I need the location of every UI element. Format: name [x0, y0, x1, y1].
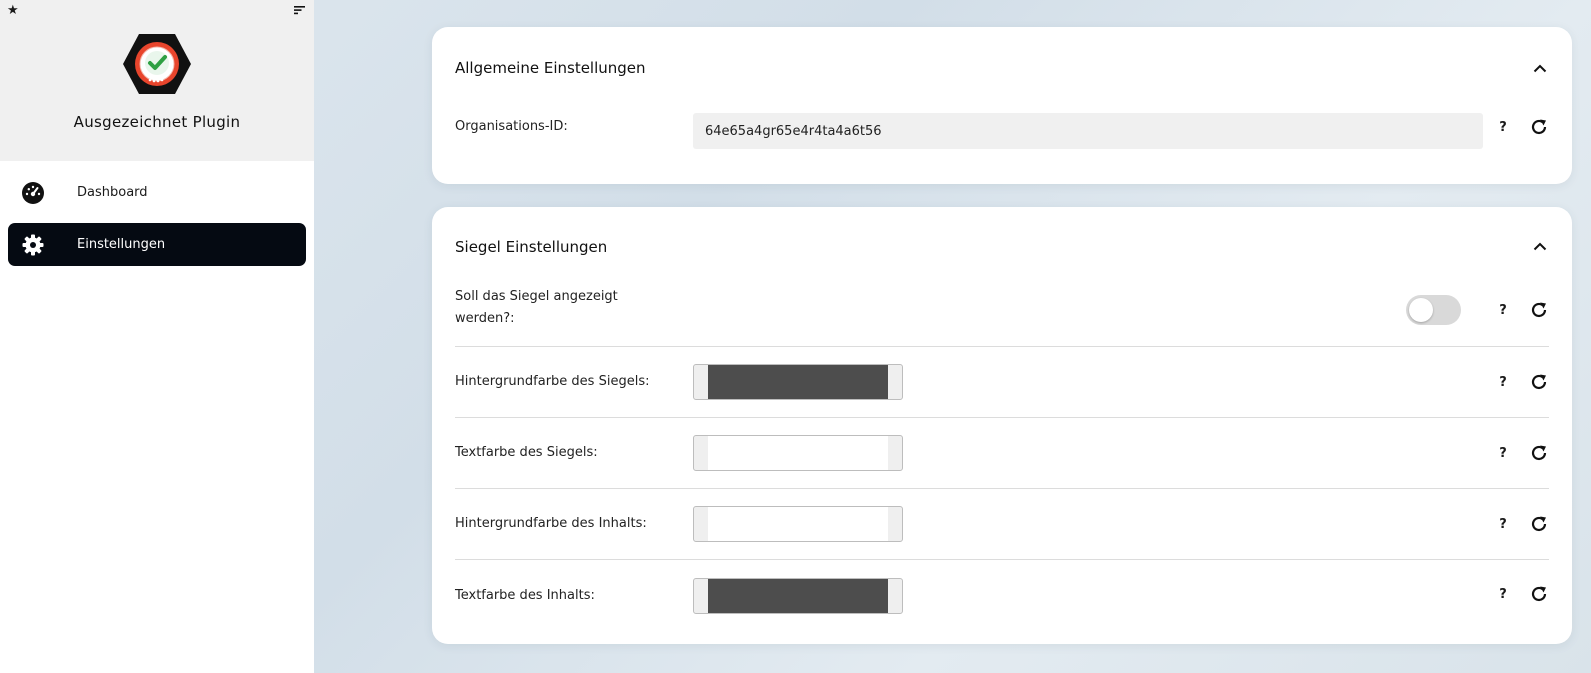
- help-icon[interactable]: ?: [1495, 517, 1511, 532]
- seal-visible-row: Soll das Siegel angezeigt werden?: ?: [455, 286, 1549, 347]
- color-swatch: [708, 507, 888, 541]
- help-icon[interactable]: ?: [1495, 303, 1511, 318]
- dashboard-gauge-icon: [21, 181, 45, 205]
- sidebar-nav: Dashboard Einstellungen: [0, 161, 314, 285]
- general-settings-header[interactable]: Allgemeine Einstellungen: [455, 27, 1549, 109]
- content-bg-color-row: Hintergrundfarbe des Inhalts: ?: [455, 489, 1549, 560]
- content-text-color-label: Textfarbe des Inhalts:: [455, 588, 595, 603]
- content-bg-color-actions: ?: [1495, 514, 1549, 534]
- color-swatch: [708, 436, 888, 470]
- seal-bg-color-label: Hintergrundfarbe des Siegels:: [455, 374, 650, 389]
- reset-icon[interactable]: [1529, 372, 1549, 392]
- seal-bg-color-row: Hintergrundfarbe des Siegels: ?: [455, 347, 1549, 418]
- sidebar-item-label: Dashboard: [77, 185, 148, 200]
- sidebar-item-label: Einstellungen: [77, 237, 166, 252]
- content-text-color-actions: ?: [1495, 584, 1549, 604]
- reset-icon[interactable]: [1529, 117, 1549, 137]
- app-title: Ausgezeichnet Plugin: [73, 113, 241, 131]
- chevron-up-icon[interactable]: [1531, 238, 1549, 256]
- seal-visible-toggle[interactable]: [1406, 295, 1461, 325]
- sidebar-header: ★ Ausgezeichnet Plugin: [0, 0, 314, 161]
- seal-settings-header[interactable]: Siegel Einstellungen: [455, 207, 1549, 286]
- seal-settings-card: Siegel Einstellungen Soll das Siegel ang…: [432, 207, 1572, 644]
- toggle-knob: [1409, 298, 1433, 322]
- seal-visible-label: Soll das Siegel angezeigt werden?:: [455, 289, 618, 326]
- color-swatch: [708, 365, 888, 399]
- content-text-color-row: Textfarbe des Inhalts: ?: [455, 560, 1549, 644]
- reset-icon[interactable]: [1529, 584, 1549, 604]
- gear-icon: [21, 233, 45, 257]
- chevron-up-icon[interactable]: [1531, 59, 1549, 77]
- help-icon[interactable]: ?: [1495, 375, 1511, 390]
- reset-icon[interactable]: [1529, 443, 1549, 463]
- help-icon[interactable]: ?: [1495, 587, 1511, 602]
- content-bg-color-picker[interactable]: [693, 506, 903, 542]
- main-content: Allgemeine Einstellungen Organisations-I…: [432, 27, 1572, 667]
- seal-settings-title: Siegel Einstellungen: [455, 237, 608, 256]
- help-icon[interactable]: ?: [1495, 120, 1511, 135]
- general-settings-title: Allgemeine Einstellungen: [455, 59, 646, 77]
- sidebar: ★ Ausgezeichnet Plugin Dashboard Einstel…: [0, 0, 314, 673]
- org-id-input[interactable]: [693, 113, 1483, 149]
- general-settings-card: Allgemeine Einstellungen Organisations-I…: [432, 27, 1572, 184]
- color-swatch: [708, 579, 888, 613]
- reset-icon[interactable]: [1529, 300, 1549, 320]
- seal-text-color-picker[interactable]: [693, 435, 903, 471]
- seal-bg-color-actions: ?: [1495, 372, 1549, 392]
- seal-text-color-row: Textfarbe des Siegels: ?: [455, 418, 1549, 489]
- seal-text-color-actions: ?: [1495, 443, 1549, 463]
- org-id-actions: ?: [1495, 117, 1549, 137]
- org-id-label: Organisations-ID:: [455, 119, 568, 134]
- reset-icon[interactable]: [1529, 514, 1549, 534]
- help-icon[interactable]: ?: [1495, 446, 1511, 461]
- content-text-color-picker[interactable]: [693, 578, 903, 614]
- content-bg-color-label: Hintergrundfarbe des Inhalts:: [455, 516, 647, 531]
- plugin-logo: [123, 34, 191, 94]
- seal-visible-actions: ?: [1495, 300, 1549, 320]
- sidebar-item-einstellungen[interactable]: Einstellungen: [8, 223, 306, 266]
- seal-bg-color-picker[interactable]: [693, 364, 903, 400]
- sidebar-item-dashboard[interactable]: Dashboard: [8, 171, 306, 214]
- seal-text-color-label: Textfarbe des Siegels:: [455, 445, 598, 460]
- org-id-row: Organisations-ID: ?: [455, 109, 1549, 184]
- sort-icon[interactable]: [294, 5, 305, 19]
- star-icon[interactable]: ★: [7, 4, 19, 18]
